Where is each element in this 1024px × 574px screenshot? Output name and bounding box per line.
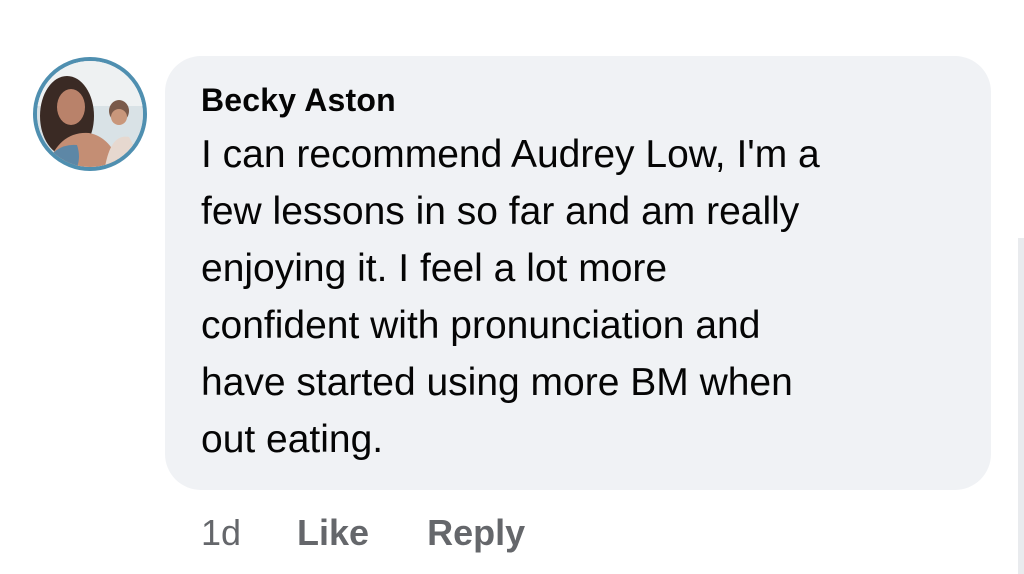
divider bbox=[1018, 238, 1024, 574]
reply-button[interactable]: Reply bbox=[427, 512, 525, 554]
avatar[interactable] bbox=[33, 57, 147, 171]
comment-text-line: confident with pronunciation and bbox=[201, 304, 761, 347]
comment-text: I can recommend Audrey Low, I'm a few le… bbox=[201, 126, 941, 468]
comment-text-line: enjoying it. I feel a lot more bbox=[201, 247, 668, 290]
comment-text-line: out eating. bbox=[201, 418, 384, 461]
like-button[interactable]: Like bbox=[297, 512, 369, 554]
comment-text-line: I can recommend Audrey Low, I'm a bbox=[201, 133, 820, 176]
comment-timestamp[interactable]: 1d bbox=[201, 512, 241, 554]
comment: Becky Aston I can recommend Audrey Low, … bbox=[0, 0, 1024, 574]
comment-text-line: have started using more BM when bbox=[201, 361, 793, 404]
comment-actions: 1d Like Reply bbox=[201, 512, 525, 554]
comment-author[interactable]: Becky Aston bbox=[201, 80, 955, 120]
comment-bubble: Becky Aston I can recommend Audrey Low, … bbox=[165, 56, 991, 490]
profile-photo-icon bbox=[37, 61, 143, 167]
comment-text-line: few lessons in so far and am really bbox=[201, 190, 800, 233]
